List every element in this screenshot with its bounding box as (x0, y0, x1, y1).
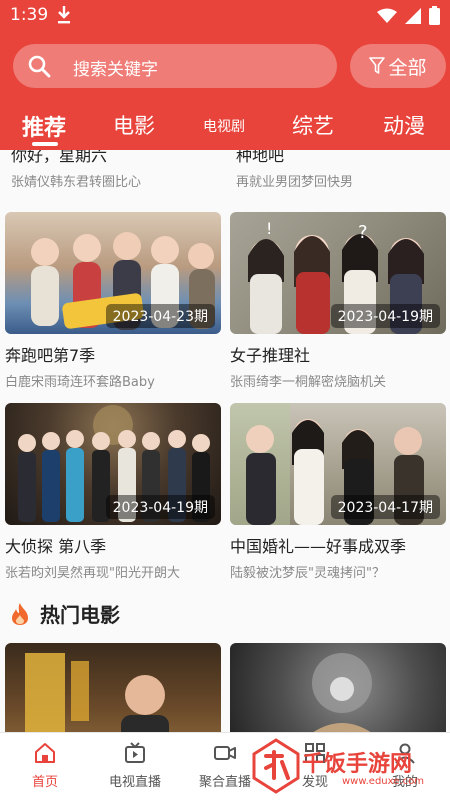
search-bar[interactable]: 搜索关键字 (13, 44, 337, 88)
tab-indicator (32, 142, 58, 146)
list-item[interactable] (5, 643, 221, 732)
item-subtitle: 陆毅被沈梦辰"灵魂拷问"？ (230, 566, 385, 581)
nav-label: 首页 (31, 775, 58, 790)
movie-poster-art (312, 653, 372, 732)
search-icon (28, 55, 51, 78)
item-title: 大侦探 第八季 (5, 537, 107, 556)
movie-poster[interactable] (230, 643, 446, 732)
tab-movies[interactable]: 电影 (113, 110, 155, 140)
item-subtitle: 再就业男团梦回快男 (236, 175, 354, 190)
episode-date: 2023-04-17期 (330, 495, 440, 519)
item-subtitle: 张雨绮李一桐解密烧脑机关 (230, 375, 387, 390)
watermark-emblem-icon (252, 738, 300, 794)
content-feed: 你好，星期六 张婧仪韩东君转圈比心 种地吧 再就业男团梦回快男 2023-04-… (0, 150, 450, 732)
svg-text:!: ! (266, 219, 272, 238)
download-icon (58, 6, 70, 24)
flame-icon (12, 602, 28, 625)
system-icons (377, 6, 440, 25)
movie-poster-art (25, 653, 169, 732)
app-header: 1:39 搜索关键字 全部 推荐 电影 电视剧 综艺 动漫 (0, 0, 450, 150)
episode-date: 2023-04-19期 (105, 495, 215, 519)
list-item[interactable]: 2023-04-17期 中国婚礼——好事成双季 陆毅被沈梦辰"灵魂拷问"？ (230, 403, 446, 581)
filter-icon (369, 57, 386, 74)
item-title: 你好，星期六 (11, 150, 108, 165)
status-bar: 1:39 (0, 0, 450, 32)
nav-label: 电视直播 (108, 775, 161, 790)
all-filter-label: 全部 (388, 56, 427, 79)
tab-anime[interactable]: 动漫 (383, 110, 425, 140)
tab-recommend[interactable]: 推荐 (22, 110, 66, 142)
episode-date: 2023-04-23期 (105, 304, 215, 328)
item-title: 中国婚礼——好事成双季 (230, 537, 407, 556)
tv-icon (125, 742, 145, 763)
show-thumbnail[interactable]: 2023-04-17期 (230, 403, 446, 525)
nav-item-home[interactable]: 首页 (0, 741, 90, 790)
show-thumbnail[interactable]: 2023-04-19期 (5, 403, 221, 525)
list-item[interactable]: 2023-04-23期 奔跑吧第7季 白鹿宋雨琦连环套路Baby (5, 212, 221, 390)
section-header-hot-movies: 热门电影 (10, 599, 120, 628)
section-title: 热门电影 (40, 603, 120, 627)
home-icon (35, 743, 55, 763)
svg-text:?: ? (358, 222, 368, 243)
nav-label: 聚合直播 (198, 775, 251, 790)
tab-variety[interactable]: 综艺 (292, 110, 334, 140)
show-thumbnail[interactable]: 2023-04-23期 (5, 212, 221, 334)
wifi-icon (377, 8, 397, 23)
item-subtitle: 张婧仪韩东君转圈比心 (11, 175, 142, 190)
watermark-text: 千饭手游网 (302, 752, 413, 777)
item-subtitle: 张若昀刘昊然再现"阳光开朗大 (5, 566, 180, 581)
tab-tv-series[interactable]: 电视剧 (203, 116, 245, 136)
all-filter-button[interactable]: 全部 (350, 44, 446, 88)
movie-poster[interactable] (5, 643, 221, 732)
episode-date: 2023-04-19期 (330, 304, 440, 328)
item-title: 奔跑吧第7季 (5, 346, 96, 365)
camera-icon (214, 746, 236, 760)
list-item[interactable] (230, 643, 446, 732)
watermark-url: www.eduxe.com (342, 776, 424, 787)
nav-item-tv-live[interactable]: 电视直播 (90, 741, 180, 790)
category-tabs: 推荐 电影 电视剧 综艺 动漫 (0, 102, 450, 150)
list-item[interactable]: 2023-04-19期 大侦探 第八季 张若昀刘昊然再现"阳光开朗大 (5, 403, 221, 581)
battery-icon (429, 6, 440, 25)
list-item[interactable]: 种地吧 再就业男团梦回快男 (236, 150, 450, 190)
list-item[interactable]: ? ! 2023-04-19期 女子推理社 张雨绮李一桐解密烧脑机关 (230, 212, 446, 390)
item-subtitle: 白鹿宋雨琦连环套路Baby (5, 375, 155, 390)
status-time: 1:39 (10, 5, 49, 25)
item-title: 女子推理社 (230, 346, 311, 365)
watermark-logo: 千饭手游网 www.eduxe.com (250, 736, 450, 796)
signal-icon (405, 7, 421, 24)
item-title: 种地吧 (236, 150, 285, 165)
search-input[interactable]: 搜索关键字 (73, 55, 158, 80)
show-thumbnail[interactable]: ? ! 2023-04-19期 (230, 212, 446, 334)
list-item[interactable]: 你好，星期六 张婧仪韩东君转圈比心 (11, 150, 227, 190)
